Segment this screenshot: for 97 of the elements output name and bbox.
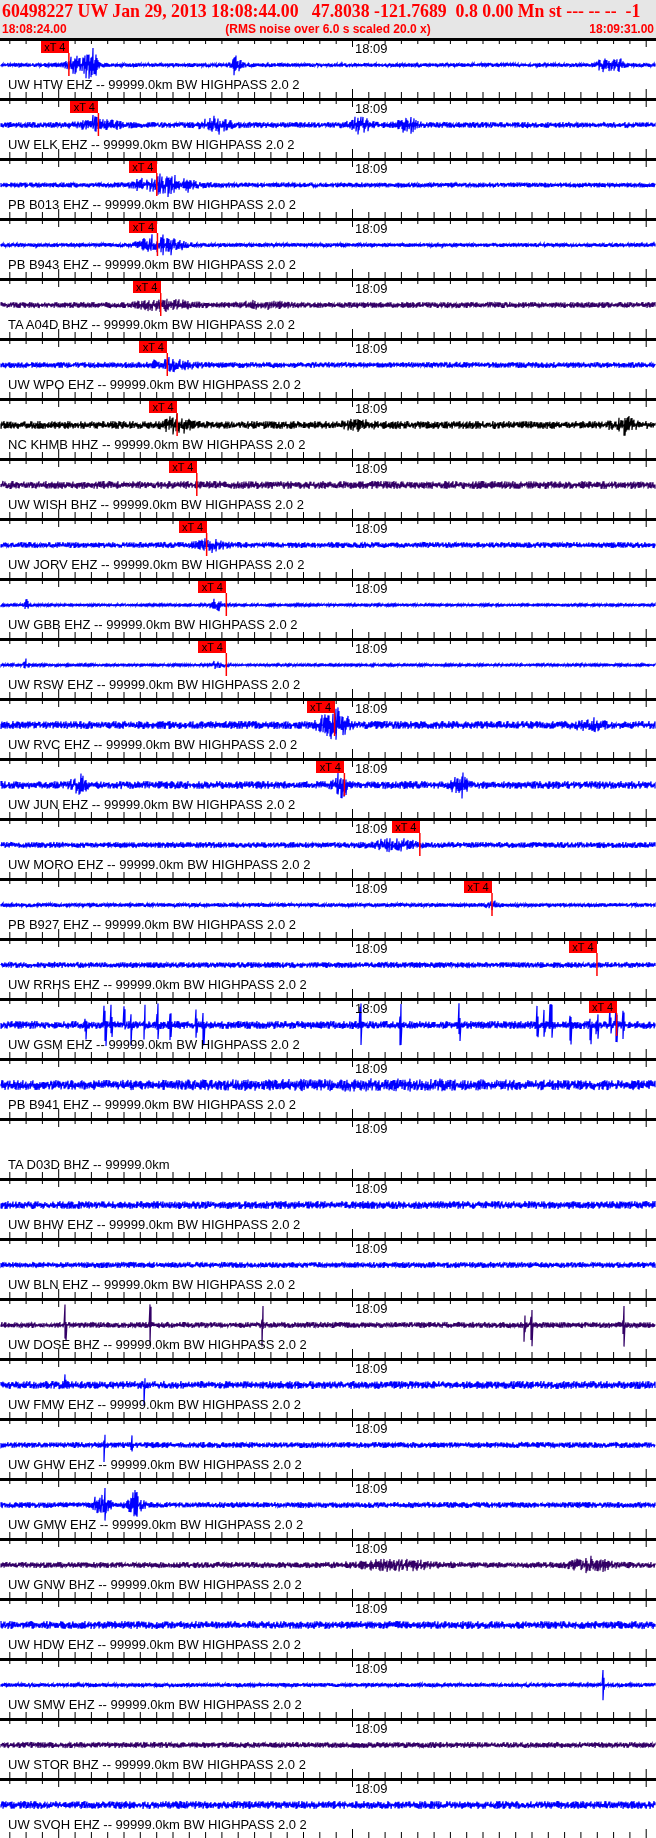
pick-flag: xT 4 <box>70 101 99 113</box>
channel-label: UW WISH BHZ -- 99999.0km BW HIGHPASS 2.0 2 <box>8 498 304 512</box>
channel-label: UW RVC EHZ -- 99999.0km BW HIGHPASS 2.0 2 <box>8 738 298 752</box>
channel-label: UW SVOH EHZ -- 99999.0km BW HIGHPASS 2.0 2 <box>8 1818 307 1832</box>
pick-line <box>159 292 162 317</box>
pick-line <box>97 112 100 137</box>
time-label: 18:09 <box>355 42 388 56</box>
pick-flag: xT 4 <box>40 41 69 53</box>
pick-line <box>176 412 178 437</box>
time-label: 18:09 <box>355 462 388 476</box>
pick-line <box>615 1012 618 1037</box>
pick-flag: xT 4 <box>588 1001 617 1013</box>
time-label: 18:09 <box>355 522 388 536</box>
channel-label: UW DOSE BHZ -- 99999.0km BW HIGHPASS 2.0 2 <box>8 1338 307 1352</box>
time-label: 18:09 <box>355 1602 388 1616</box>
channel-label: UW STOR BHZ -- 99999.0km BW HIGHPASS 2.0 2 <box>8 1758 306 1772</box>
channel-label: PB B941 EHZ -- 99999.0km BW HIGHPASS 2.0 2 <box>8 1098 297 1112</box>
pick-line <box>225 652 228 677</box>
time-label: 18:09 <box>355 1182 388 1196</box>
channel-label: UW BHW EHZ -- 99999.0km BW HIGHPASS 2.0 2 <box>8 1218 301 1232</box>
pick-line <box>156 172 158 197</box>
channel-label: UW JORV EHZ -- 99999.0km BW HIGHPASS 2.0 2 <box>8 558 305 572</box>
pick-flag: xT 4 <box>198 641 227 653</box>
noise-note: (RMS noise over 6.0 s scaled 20.0 x) <box>225 22 431 36</box>
pick-line <box>491 892 493 917</box>
channel-label: UW GHW EHZ -- 99999.0km BW HIGHPASS 2.0 2 <box>8 1458 302 1472</box>
pick-flag: xT 4 <box>132 281 161 293</box>
plot-title: 60498227 UW Jan 29, 2013 18:08:44.00 47.8038 -121.7689 0.8 0.00 Mn st --- -- -- -1 <box>2 0 642 22</box>
channel-label: UW HTW EHZ -- 99999.0km BW HIGHPASS 2.0 2 <box>8 78 300 92</box>
pick-line <box>419 832 421 857</box>
pick-flag: xT 4 <box>568 941 597 953</box>
time-label: 18:09 <box>355 882 388 896</box>
time-label: 18:09 <box>355 1542 388 1556</box>
time-label: 18:09 <box>355 1122 388 1136</box>
pick-flag: xT 4 <box>139 341 168 353</box>
time-label: 18:09 <box>355 1062 388 1076</box>
time-label: 18:09 <box>355 282 388 296</box>
pick-flag: xT 4 <box>129 221 158 233</box>
channel-label: UW RSW EHZ -- 99999.0km BW HIGHPASS 2.0 2 <box>8 678 301 692</box>
channel-label: UW FMW EHZ -- 99999.0km BW HIGHPASS 2.0 2 <box>8 1398 302 1412</box>
time-label: 18:09 <box>355 162 388 176</box>
channel-label: NC KHMB HHZ -- 99999.0km BW HIGHPASS 2.0 2 <box>8 438 306 452</box>
time-label: 18:09 <box>355 762 388 776</box>
time-label: 18:09 <box>355 942 388 956</box>
channel-label: UW ELK EHZ -- 99999.0km BW HIGHPASS 2.0 2 <box>8 138 295 152</box>
start-time: 18:08:24.00 <box>2 22 67 36</box>
time-label: 18:09 <box>355 222 388 236</box>
channel-label: TA A04D BHZ -- 99999.0km BW HIGHPASS 2.0 2 <box>8 318 296 332</box>
time-label: 18:09 <box>355 1782 388 1796</box>
end-time: 18:09:31.00 <box>589 22 654 36</box>
pick-line <box>333 712 336 737</box>
pick-line <box>166 352 169 377</box>
pick-line <box>225 592 228 617</box>
pick-line <box>196 472 198 497</box>
time-label: 18:09 <box>355 582 388 596</box>
channel-label: PB B927 EHZ -- 99999.0km BW HIGHPASS 2.0 2 <box>8 918 297 932</box>
channel-label: UW SMW EHZ -- 99999.0km BW HIGHPASS 2.0 2 <box>8 1698 302 1712</box>
channel-label: UW HDW EHZ -- 99999.0km BW HIGHPASS 2.0 2 <box>8 1638 302 1652</box>
pick-flag: xT 4 <box>168 461 197 473</box>
channel-label: UW RRHS EHZ -- 99999.0km BW HIGHPASS 2.0 2 <box>8 978 307 992</box>
pick-flag: xT 4 <box>178 521 207 533</box>
pick-flag: xT 4 <box>198 581 227 593</box>
pick-flag: xT 4 <box>149 401 178 413</box>
channel-label: TA D03D BHZ -- 99999.0km <box>8 1158 170 1172</box>
pick-line <box>596 952 598 977</box>
time-label: 18:09 <box>355 102 388 116</box>
time-label: 18:09 <box>355 822 388 836</box>
pick-flag: xT 4 <box>464 881 492 893</box>
channel-label: PB B013 EHZ -- 99999.0km BW HIGHPASS 2.0 2 <box>8 198 297 212</box>
pick-line <box>205 532 208 557</box>
time-label: 18:09 <box>355 642 388 656</box>
pick-flag: xT 4 <box>391 821 420 833</box>
channel-label: UW JUN EHZ -- 99999.0km BW HIGHPASS 2.0 2 <box>8 798 296 812</box>
pick-line <box>343 772 346 797</box>
pick-flag: xT 4 <box>128 161 157 173</box>
time-label: 18:09 <box>355 1362 388 1376</box>
time-label: 18:09 <box>355 402 388 416</box>
time-label: 18:09 <box>355 1422 388 1436</box>
channel-label: PB B943 EHZ -- 99999.0km BW HIGHPASS 2.0 2 <box>8 258 297 272</box>
time-label: 18:09 <box>355 702 388 716</box>
channel-label: UW BLN EHZ -- 99999.0km BW HIGHPASS 2.0 2 <box>8 1278 296 1292</box>
channel-label: UW GBB EHZ -- 99999.0km BW HIGHPASS 2.0 2 <box>8 618 298 632</box>
pick-line <box>156 232 159 257</box>
channel-label: UW GSM EHZ -- 99999.0km BW HIGHPASS 2.0 2 <box>8 1038 300 1052</box>
pick-flag: xT 4 <box>316 761 345 773</box>
channel-label: UW WPO EHZ -- 99999.0km BW HIGHPASS 2.0 2 <box>8 378 302 392</box>
time-label: 18:09 <box>355 1302 388 1316</box>
time-label: 18:09 <box>355 1482 388 1496</box>
time-label: 18:09 <box>355 1662 388 1676</box>
pick-flag: xT 4 <box>306 701 335 713</box>
channel-label: UW MORO EHZ -- 99999.0km BW HIGHPASS 2.0 2 <box>8 858 311 872</box>
channel-label: UW GNW BHZ -- 99999.0km BW HIGHPASS 2.0 2 <box>8 1578 302 1592</box>
channel-label: UW GMW EHZ -- 99999.0km BW HIGHPASS 2.0 2 <box>8 1518 304 1532</box>
pick-line <box>68 52 70 77</box>
time-label: 18:09 <box>355 342 388 356</box>
time-label: 18:09 <box>355 1722 388 1736</box>
time-label: 18:09 <box>355 1242 388 1256</box>
